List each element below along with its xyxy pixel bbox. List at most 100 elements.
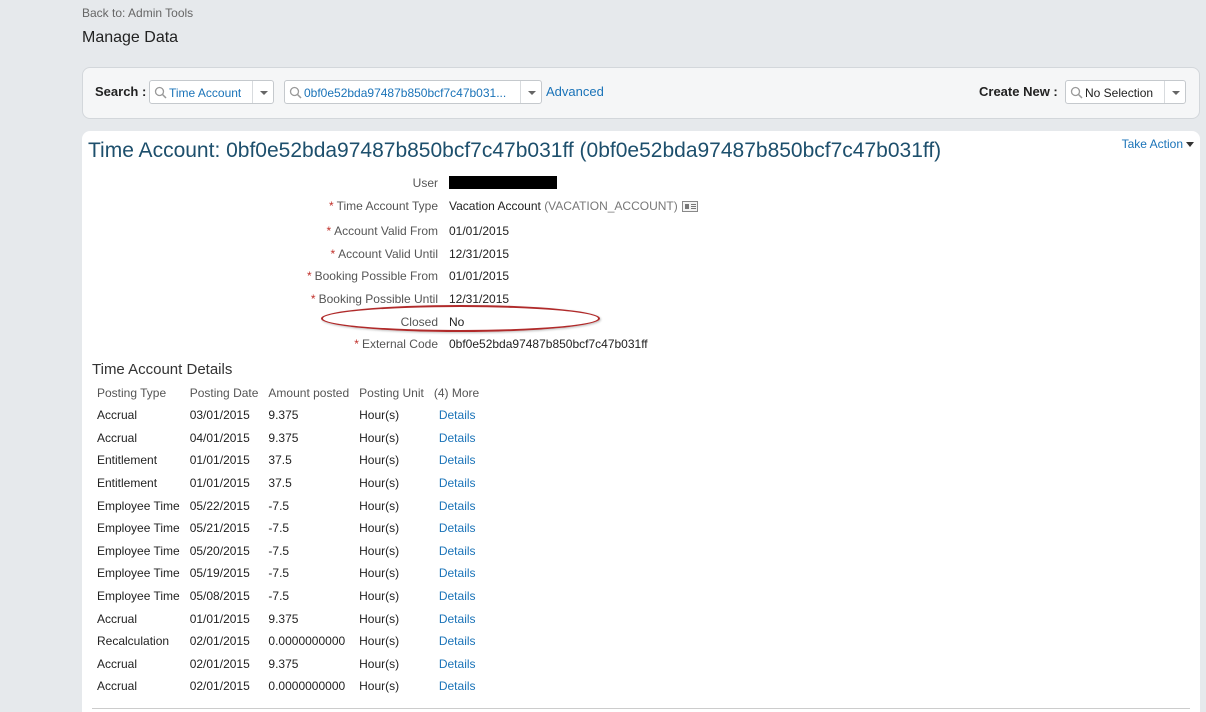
chevron-down-icon[interactable]: [520, 81, 541, 103]
table-cell: Hour(s): [359, 543, 400, 558]
table-row: Entitlement 01/01/2015 37.5 Hour(s) Details: [92, 472, 484, 495]
column-header: Posting Unit: [359, 386, 424, 400]
table-cell: 03/01/2015: [189, 408, 250, 423]
table-cell: -7.5: [268, 566, 290, 581]
details-link[interactable]: Details: [429, 630, 484, 653]
table-cell: Accrual: [97, 611, 138, 626]
field-label: * Booking Possible From: [138, 269, 438, 283]
table-cell: Hour(s): [359, 521, 400, 536]
table-row: Recalculation 02/01/2015 0.0000000000 Hour(…: [92, 630, 484, 653]
field-booking-possible-from: * Booking Possible From 01/01/2015: [82, 269, 1200, 289]
required-marker: *: [326, 224, 332, 238]
value-help-icon[interactable]: [681, 201, 698, 213]
table-cell: 01/01/2015: [189, 476, 250, 491]
field-label-text: Account Valid Until: [338, 247, 438, 261]
table-header-row: Posting Type Posting Date Amount posted …: [92, 382, 484, 404]
required-marker: *: [330, 247, 336, 261]
table-cell: Hour(s): [359, 656, 400, 671]
column-header: Amount posted: [268, 386, 350, 400]
table-cell: Hour(s): [359, 589, 400, 604]
redaction-bar: [449, 176, 557, 189]
details-section-title: Time Account Details: [92, 361, 233, 378]
details-link[interactable]: Details: [429, 607, 484, 630]
search-label: Search :: [95, 84, 147, 99]
table-cell: 05/19/2015: [189, 566, 250, 581]
table-cell: Entitlement: [97, 453, 158, 468]
search-icon: [154, 86, 167, 99]
required-marker: *: [310, 292, 316, 306]
details-link[interactable]: Details: [429, 404, 484, 427]
table-row: Employee Time 05/19/2015 -7.5 Hour(s) Detail…: [92, 562, 484, 585]
details-link[interactable]: Details: [429, 517, 484, 540]
search-icon: [1070, 86, 1083, 99]
table-cell: 01/01/2015: [189, 453, 250, 468]
field-value: 01/01/2015: [449, 224, 510, 238]
table-cell: 01/01/2015: [189, 611, 250, 626]
table-body: Accrual 03/01/2015 9.375 Hour(s) Details Accr…: [92, 404, 484, 698]
table-row: Accrual 04/01/2015 9.375 Hour(s) Details: [92, 427, 484, 450]
details-link[interactable]: Details: [429, 653, 484, 676]
object-type-value: Time Account: [169, 86, 242, 100]
table-cell: 9.375: [268, 656, 299, 671]
details-link[interactable]: Details: [429, 427, 484, 450]
table-cell: 05/08/2015: [189, 589, 250, 604]
take-action-menu[interactable]: Take Action: [1122, 137, 1194, 151]
field-value: Vacation Account (VACATION_ACCOUNT): [449, 199, 698, 213]
divider: [92, 708, 1190, 709]
field-label: * Time Account Type: [138, 199, 438, 213]
details-link[interactable]: Details: [429, 472, 484, 495]
create-new-label: Create New :: [979, 84, 1058, 99]
table-cell: Accrual: [97, 679, 138, 694]
more-columns-toggle[interactable]: (4) More: [429, 382, 484, 404]
table-cell: 02/01/2015: [189, 634, 250, 649]
details-link[interactable]: Details: [429, 449, 484, 472]
advanced-search-link[interactable]: Advanced: [546, 84, 604, 99]
required-marker: *: [306, 269, 312, 283]
table-row: Employee Time 05/22/2015 -7.5 Hour(s) Detail…: [92, 494, 484, 517]
table-cell: Hour(s): [359, 498, 400, 513]
field-label-text: Time Account Type: [336, 199, 438, 213]
details-link[interactable]: Details: [429, 540, 484, 563]
table-cell: -7.5: [268, 589, 290, 604]
table-cell: 9.375: [268, 408, 299, 423]
table-cell: Employee Time: [97, 521, 180, 536]
record-panel: Time Account: 0bf0e52bda97487b850bcf7c47…: [82, 131, 1200, 712]
back-to-admin-tools-link[interactable]: Back to: Admin Tools: [82, 6, 193, 20]
record-title: Time Account: 0bf0e52bda97487b850bcf7c47…: [88, 139, 942, 162]
field-value: 12/31/2015: [449, 292, 510, 306]
object-type-select[interactable]: Time Account: [149, 80, 274, 104]
create-new-select[interactable]: No Selection: [1065, 80, 1186, 104]
table-cell: 02/01/2015: [189, 679, 250, 694]
record-search-select[interactable]: 0bf0e52bda97487b850bcf7c47b031...: [284, 80, 542, 104]
table-cell: 04/01/2015: [189, 430, 250, 445]
table-cell: Employee Time: [97, 566, 180, 581]
highlight-ellipse: [321, 305, 600, 332]
table-cell: Employee Time: [97, 543, 180, 558]
details-link[interactable]: Details: [429, 494, 484, 517]
table-cell: 9.375: [268, 611, 299, 626]
table-row: Accrual 02/01/2015 9.375 Hour(s) Details: [92, 653, 484, 676]
table-cell: Accrual: [97, 408, 138, 423]
table-cell: Employee Time: [97, 498, 180, 513]
table-row: Accrual 03/01/2015 9.375 Hour(s) Details: [92, 404, 484, 427]
table-cell: -7.5: [268, 498, 290, 513]
table-cell: -7.5: [268, 543, 290, 558]
field-label-text: Booking Possible Until: [318, 292, 438, 306]
table-cell: 9.375: [268, 430, 299, 445]
field-label-text: Booking Possible From: [314, 269, 438, 283]
table-cell: 0.0000000000: [268, 634, 346, 649]
details-link[interactable]: Details: [429, 675, 484, 698]
details-link[interactable]: Details: [429, 585, 484, 608]
field-time-account-type: * Time Account Type Vacation Account (VAC…: [82, 199, 1200, 219]
search-icon: [289, 86, 302, 99]
table-cell: 05/21/2015: [189, 521, 250, 536]
caret-down-icon: [1186, 142, 1194, 148]
details-link[interactable]: Details: [429, 562, 484, 585]
field-label: * External Code: [138, 337, 438, 351]
table-cell: Employee Time: [97, 589, 180, 604]
chevron-down-icon[interactable]: [1164, 81, 1185, 103]
column-header: Posting Type: [97, 386, 167, 400]
type-value: Vacation Account: [449, 199, 541, 213]
chevron-down-icon[interactable]: [252, 81, 273, 103]
table-cell: Accrual: [97, 430, 138, 445]
